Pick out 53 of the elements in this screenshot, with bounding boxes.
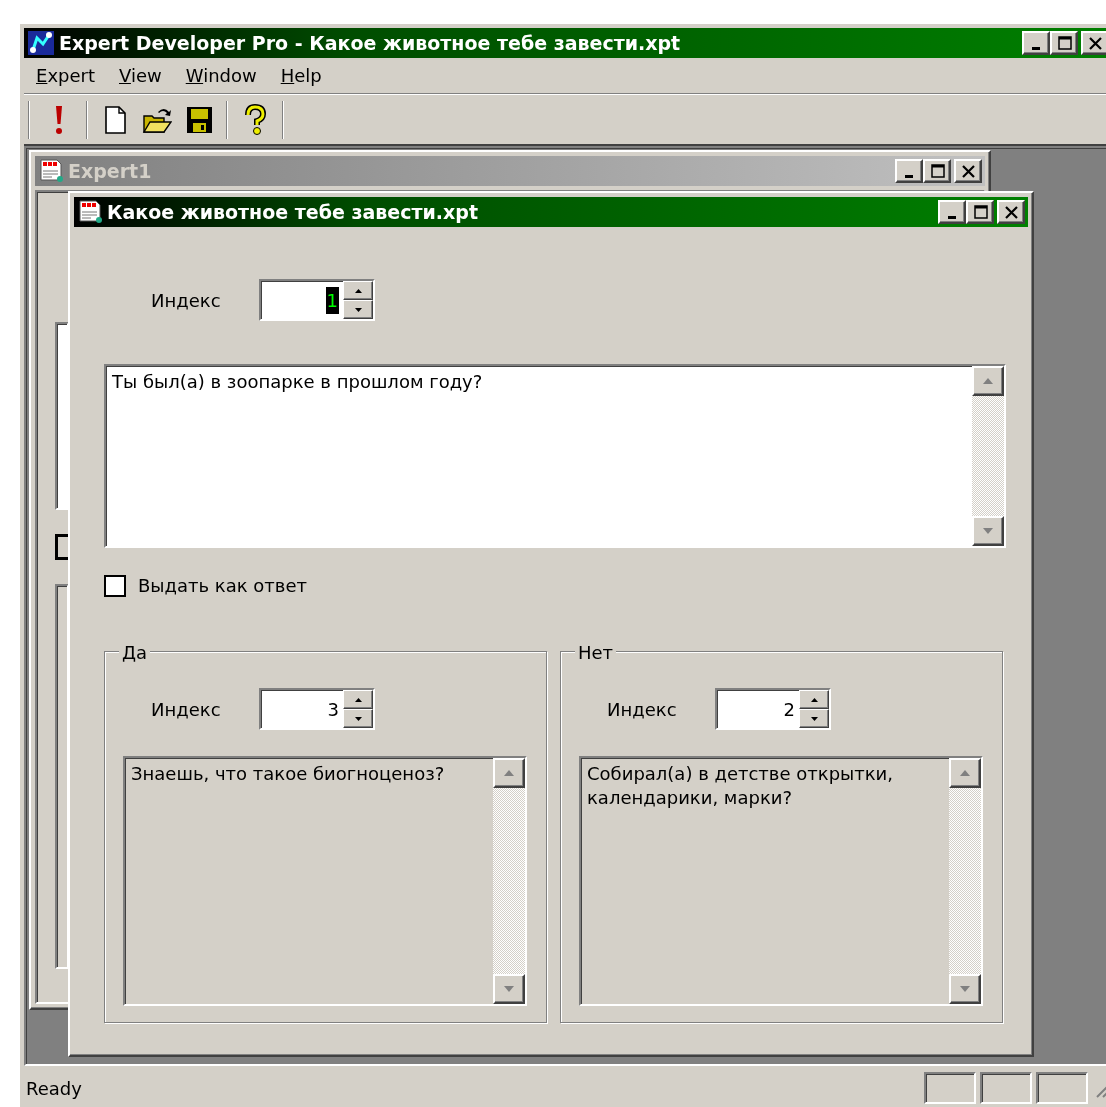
menu-item[interactable]: Expert: [24, 60, 107, 91]
up-arrow-icon: [983, 378, 993, 384]
menu-item[interactable]: Help: [268, 60, 334, 91]
document-icon: [77, 200, 103, 224]
window-title: Expert1: [68, 158, 152, 184]
scroll-up-button[interactable]: [972, 366, 1004, 396]
down-arrow-icon: [983, 528, 993, 534]
up-arrow-icon: [960, 770, 970, 776]
spin-up-button[interactable]: [799, 690, 829, 709]
status-pane: [924, 1072, 976, 1104]
status-text: Ready: [25, 1076, 83, 1101]
scroll-down-button[interactable]: [972, 516, 1004, 546]
close-button[interactable]: [954, 159, 982, 183]
minimize-icon: [1032, 46, 1040, 50]
spin-up-button[interactable]: [343, 281, 373, 300]
down-arrow-icon: [354, 307, 362, 312]
document-icon: [38, 159, 64, 183]
status-pane: [1036, 1072, 1088, 1104]
spin-down-button[interactable]: [343, 300, 373, 319]
index-spin-field[interactable]: 1: [259, 279, 375, 321]
down-arrow-icon: [810, 716, 818, 721]
window-title: Expert Developer Pro - Какое животное тебе завести.xpt: [59, 30, 681, 56]
menu-item[interactable]: Window: [173, 60, 269, 91]
index-label: Индекс: [151, 697, 222, 722]
minimize-icon: [905, 174, 913, 178]
up-arrow-icon: [354, 697, 362, 702]
close-button[interactable]: [1081, 31, 1106, 55]
maximize-button[interactable]: [923, 159, 951, 183]
app-icon: [27, 30, 55, 56]
spin-up-button[interactable]: [343, 690, 373, 709]
index-label: Индекс: [151, 288, 222, 313]
down-arrow-icon: [354, 716, 362, 721]
up-arrow-icon: [504, 770, 514, 776]
close-button[interactable]: [997, 200, 1025, 224]
answer-checkbox[interactable]: [104, 574, 126, 597]
spin-down-button[interactable]: [343, 709, 373, 728]
down-arrow-icon: [960, 986, 970, 992]
maximize-button[interactable]: [966, 200, 994, 224]
minimize-button[interactable]: [895, 159, 923, 183]
maximize-button[interactable]: [1050, 31, 1078, 55]
minimize-icon: [948, 215, 956, 219]
down-arrow-icon: [504, 986, 514, 992]
menu-item[interactable]: View: [107, 60, 174, 91]
up-arrow-icon: [810, 697, 818, 702]
spin-down-button[interactable]: [799, 709, 829, 728]
up-arrow-icon: [354, 288, 362, 293]
minimize-button[interactable]: [1022, 31, 1050, 55]
index-label: Индекс: [607, 697, 678, 722]
status-pane: [980, 1072, 1032, 1104]
question-text-area[interactable]: Ты был(а) в зоопарке в прошлом году?: [104, 364, 1006, 548]
checkbox-label: Выдать как ответ: [138, 574, 307, 598]
minimize-button[interactable]: [938, 200, 966, 224]
window-title: Какое животное тебе завести.xpt: [107, 199, 478, 225]
